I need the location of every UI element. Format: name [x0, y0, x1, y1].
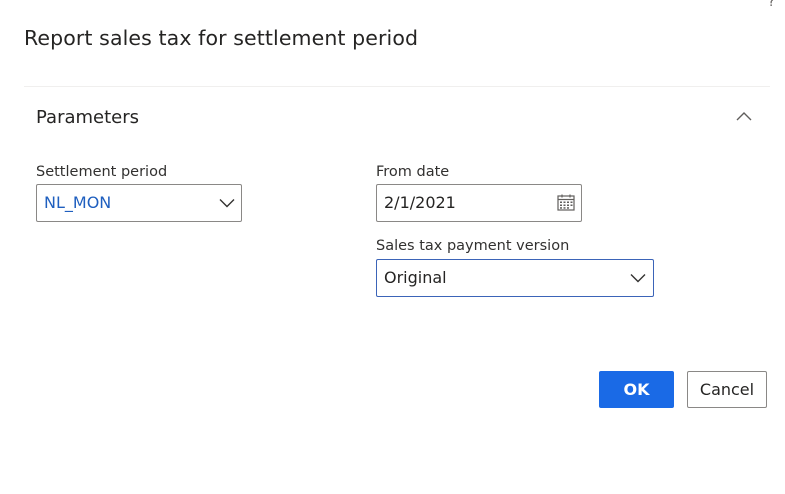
settlement-period-dropdown[interactable]: NL_MON: [36, 184, 242, 222]
settlement-period-value: NL_MON: [44, 193, 112, 212]
from-date-field[interactable]: 2/1/2021: [376, 184, 582, 222]
title-divider: [24, 86, 770, 87]
calendar-icon[interactable]: [557, 194, 575, 211]
payment-version-dropdown[interactable]: Original: [376, 259, 654, 297]
chevron-down-icon[interactable]: [219, 198, 235, 208]
payment-version-label: Sales tax payment version: [376, 238, 570, 254]
help-icon[interactable]: ?: [768, 0, 780, 10]
payment-version-value: Original: [384, 268, 447, 287]
dialog-title: Report sales tax for settlement period: [24, 26, 419, 50]
cancel-button[interactable]: Cancel: [687, 371, 767, 408]
from-date-value: 2/1/2021: [384, 193, 456, 212]
parameters-section-header[interactable]: Parameters: [24, 96, 770, 140]
ok-button[interactable]: OK: [599, 371, 674, 408]
section-title: Parameters: [36, 107, 140, 128]
chevron-down-icon[interactable]: [630, 273, 646, 283]
chevron-up-icon[interactable]: [735, 110, 753, 122]
from-date-label: From date: [376, 164, 450, 180]
settlement-period-label: Settlement period: [36, 164, 168, 180]
